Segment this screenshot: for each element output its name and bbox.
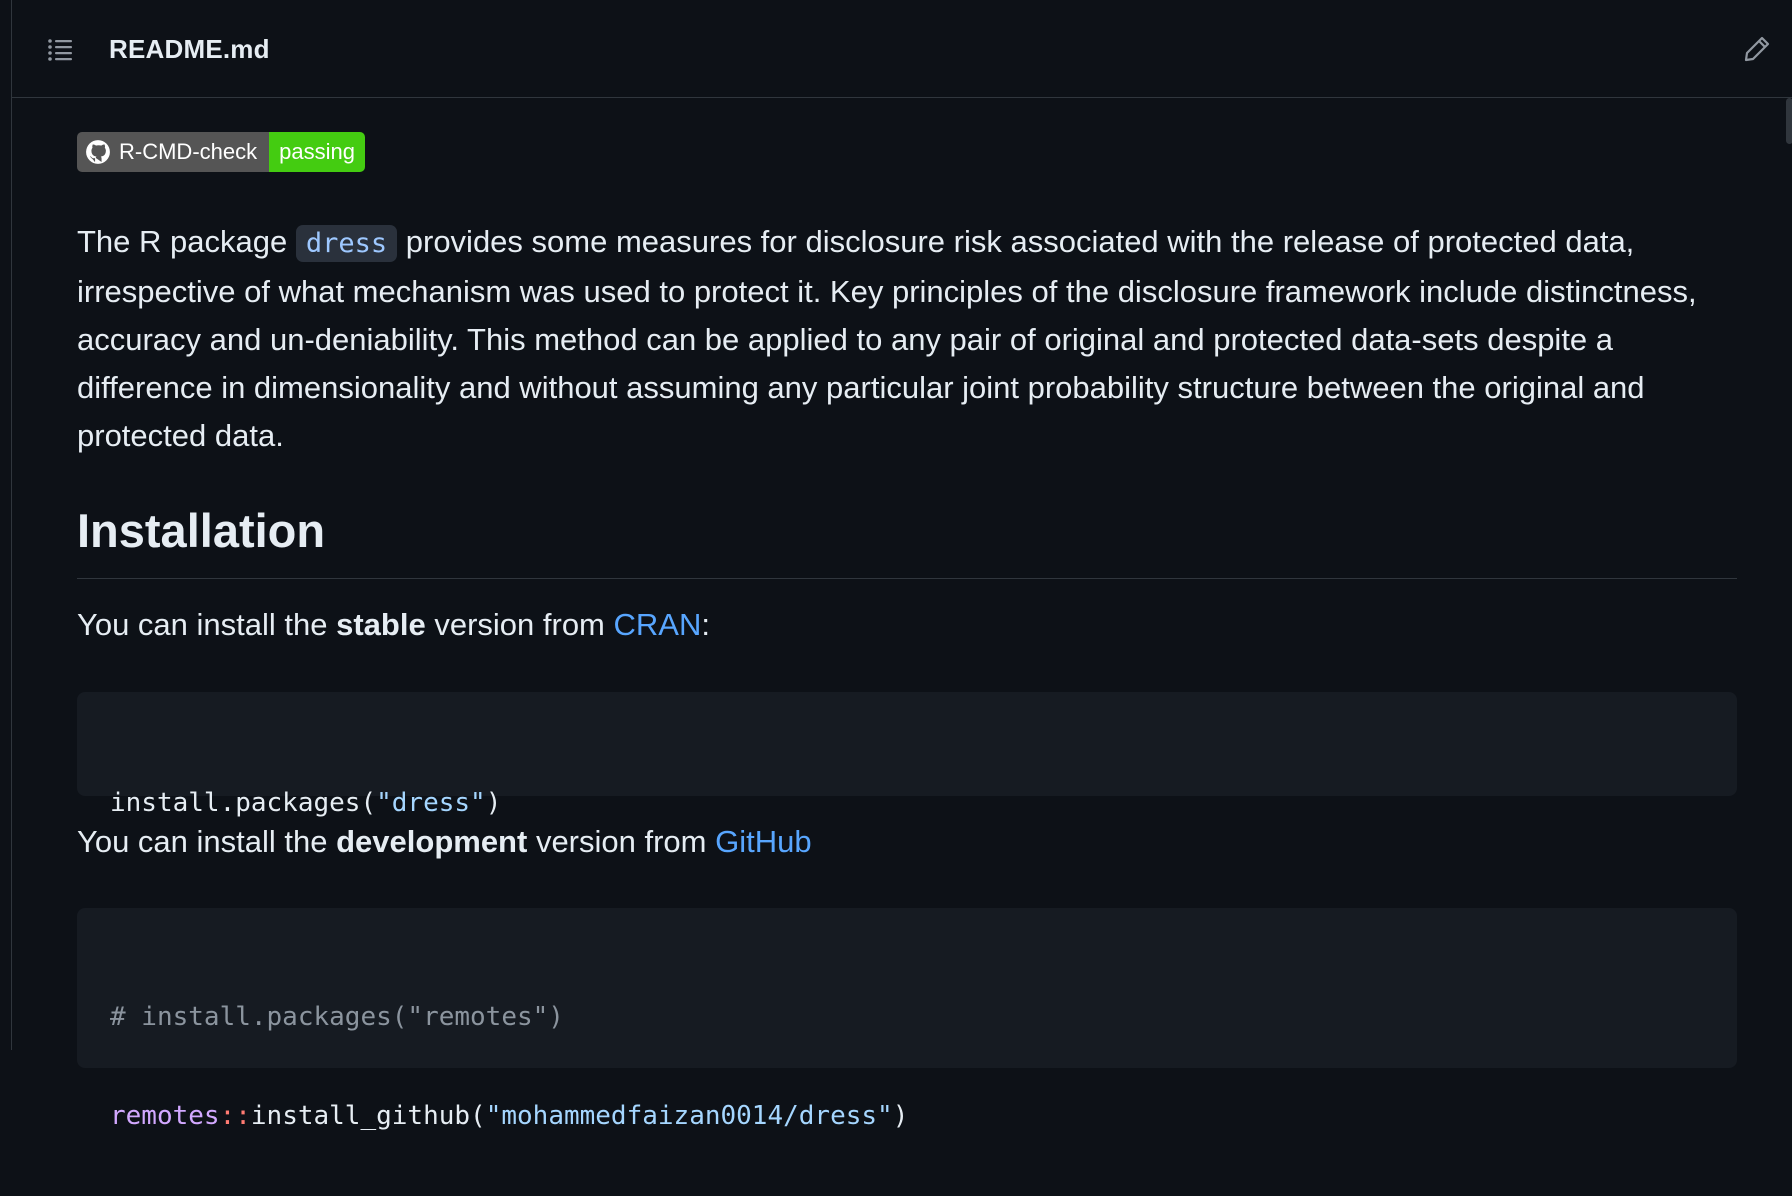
- github-mark-icon: [86, 140, 110, 164]
- heading-divider: [77, 578, 1737, 579]
- stable-suffix: :: [701, 607, 710, 642]
- code-fn: install.packages(: [110, 788, 377, 818]
- file-title: README.md: [109, 34, 270, 64]
- dev-install-text: You can install the development version …: [77, 824, 812, 860]
- dev-bold: development: [336, 824, 528, 859]
- package-name-code: dress: [295, 225, 398, 262]
- stable-prefix: You can install the: [77, 607, 337, 642]
- code-operator: ::: [219, 1101, 251, 1131]
- installation-heading: Installation: [77, 504, 326, 557]
- file-header: README.md: [12, 0, 1792, 98]
- code-line: remotes::install_github("mohammedfaizan0…: [110, 1097, 1704, 1136]
- badge-label: R-CMD-check: [77, 132, 270, 172]
- dev-prefix: You can install the: [77, 824, 337, 859]
- stable-code-block[interactable]: install.packages("dress"): [77, 692, 1737, 818]
- code-fn: install_github(: [250, 1101, 486, 1131]
- code-comment: # install.packages("remotes"): [110, 1002, 564, 1032]
- code-string: "dress": [376, 788, 486, 818]
- r-cmd-check-badge[interactable]: R-CMD-check passing: [77, 132, 365, 172]
- stable-bold: stable: [336, 607, 426, 642]
- github-link[interactable]: GitHub: [715, 824, 811, 859]
- list-icon[interactable]: [45, 35, 75, 65]
- code-line: # install.packages("remotes"): [110, 998, 1704, 1037]
- stable-install-text: You can install the stable version from …: [77, 607, 710, 643]
- code-close: ): [892, 1101, 909, 1131]
- dev-middle: version from: [527, 824, 716, 859]
- cran-link[interactable]: CRAN: [614, 607, 702, 642]
- code-namespace: remotes: [110, 1101, 220, 1131]
- code-line: install.packages("dress"): [110, 784, 1704, 823]
- scrollbar[interactable]: [1786, 98, 1792, 144]
- dev-code-block[interactable]: # install.packages("remotes") remotes::i…: [77, 908, 1737, 1131]
- pencil-icon[interactable]: [1741, 33, 1773, 65]
- stable-middle: version from: [425, 607, 614, 642]
- badge-status: passing: [269, 132, 365, 172]
- code-close: ): [485, 788, 502, 818]
- code-string: "mohammedfaizan0014/dress": [485, 1101, 893, 1131]
- readme-panel: README.md R-CMD-check passing The R pack…: [11, 0, 1792, 1131]
- badge-label-text: R-CMD-check: [119, 139, 258, 164]
- intro-paragraph: The R package dress provides some measur…: [77, 218, 1737, 460]
- intro-text-before: The R package: [77, 224, 296, 259]
